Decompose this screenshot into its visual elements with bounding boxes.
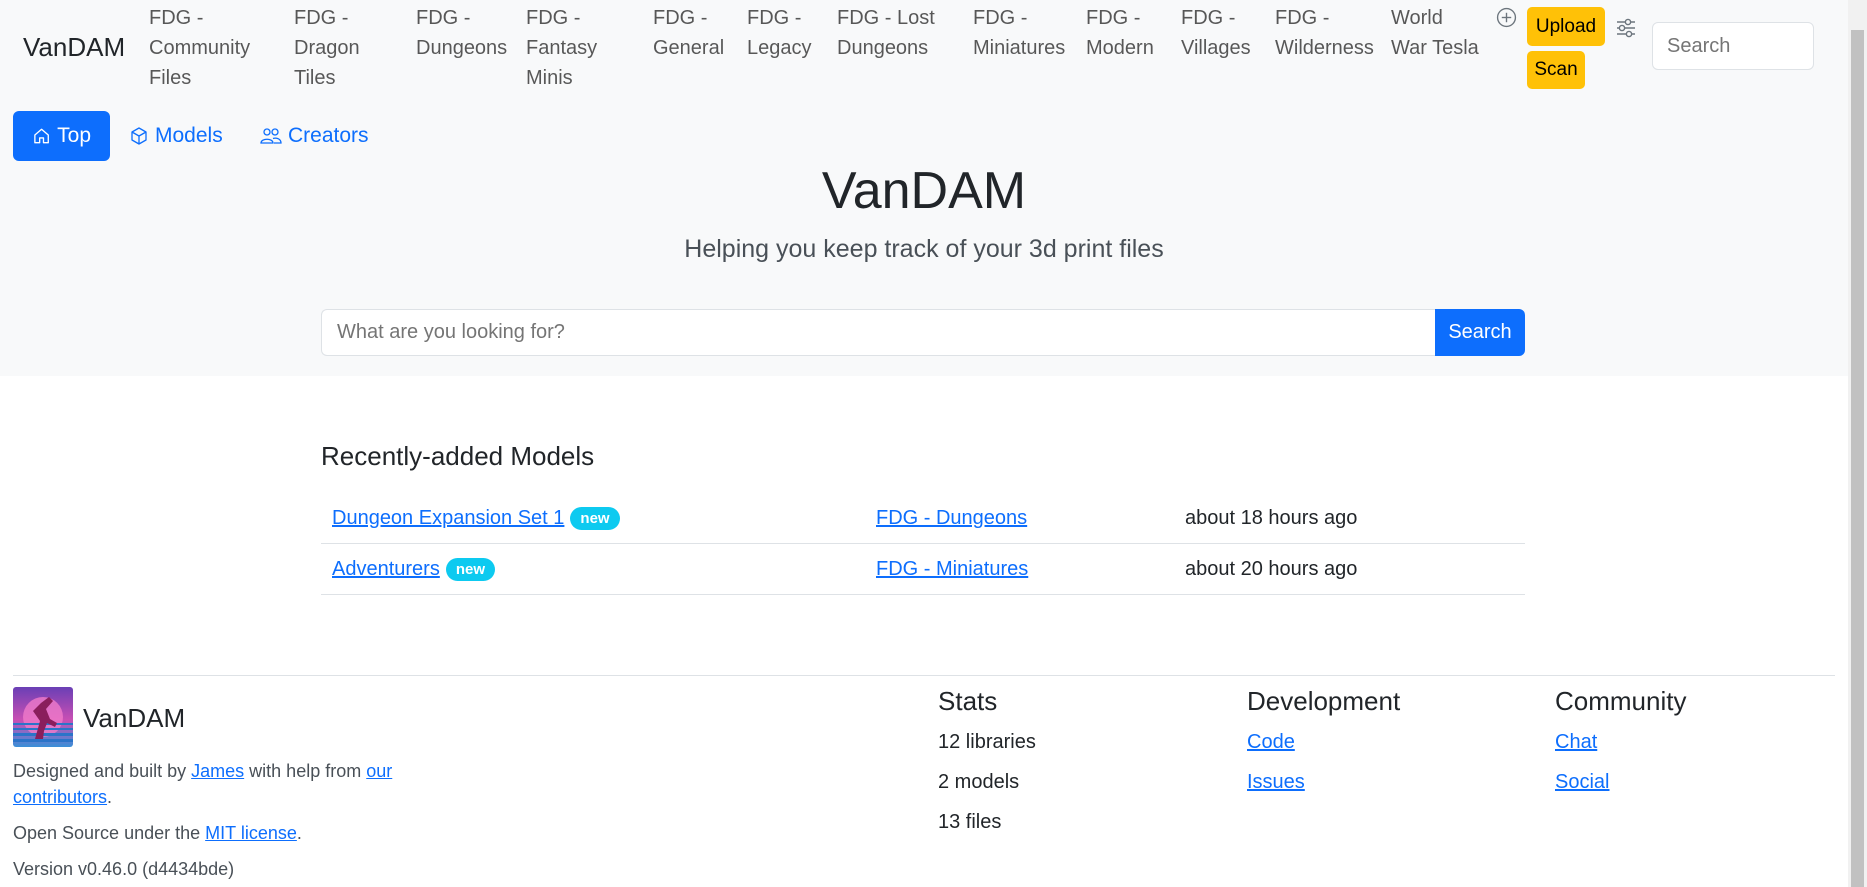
- issues-link[interactable]: Issues: [1247, 771, 1305, 794]
- social-link[interactable]: Social: [1555, 771, 1609, 794]
- tab-top[interactable]: Top: [13, 111, 110, 161]
- mit-license-link[interactable]: MIT license: [205, 823, 297, 843]
- plus-circle-icon[interactable]: [1496, 7, 1517, 28]
- upload-button[interactable]: Upload: [1527, 7, 1605, 46]
- hero-subtitle: Helping you keep track of your 3d print …: [684, 235, 1164, 263]
- nav-link-fantasy-minis[interactable]: FDG - Fantasy Minis: [526, 3, 597, 93]
- model-link[interactable]: Dungeon Expansion Set 1: [332, 507, 564, 530]
- house-icon: [34, 128, 49, 144]
- nav-link-world-war-tesla[interactable]: World War Tesla: [1391, 3, 1479, 63]
- stat-models: 2 models: [938, 771, 1020, 793]
- footer-brand: VanDAM: [83, 703, 186, 733]
- nav-link-dragon-tiles[interactable]: FDG - Dragon Tiles: [294, 3, 360, 93]
- table-row: Adventurers new FDG - Miniatures about 2…: [321, 544, 1525, 595]
- development-heading: Development: [1247, 686, 1401, 716]
- code-link[interactable]: Code: [1247, 731, 1295, 754]
- tab-creators[interactable]: Creators: [241, 111, 388, 161]
- hero-search-input[interactable]: [321, 309, 1435, 356]
- scrollbar-thumb[interactable]: [1851, 30, 1864, 887]
- version-text: Version v0.46.0 (d4434bde): [13, 859, 235, 879]
- box-icon: [131, 127, 147, 145]
- sliders-icon[interactable]: [1615, 17, 1637, 39]
- table-row: Dungeon Expansion Set 1 new FDG - Dungeo…: [321, 493, 1525, 544]
- navbar-brand[interactable]: VanDAM: [23, 32, 125, 63]
- nav-link-wilderness[interactable]: FDG - Wilderness: [1275, 3, 1374, 63]
- nav-link-modern[interactable]: FDG - Modern: [1086, 3, 1154, 63]
- tab-models[interactable]: Models: [110, 111, 242, 161]
- nav-link-community-files[interactable]: FDG - Community Files: [149, 3, 250, 93]
- people-icon: [260, 128, 282, 144]
- stat-libraries: 12 libraries: [938, 731, 1036, 753]
- navbar-search-input[interactable]: [1652, 22, 1814, 70]
- new-badge: new: [445, 557, 496, 581]
- library-link[interactable]: FDG - Dungeons: [876, 507, 1027, 530]
- nav-link-miniatures[interactable]: FDG - Miniatures: [973, 3, 1065, 63]
- scan-button[interactable]: Scan: [1527, 51, 1585, 89]
- nav-link-legacy[interactable]: FDG - Legacy: [747, 3, 812, 63]
- designed-by-text: Designed and built by James with help fr…: [13, 761, 393, 807]
- library-cell: FDG - Dungeons: [876, 493, 1027, 543]
- community-heading: Community: [1555, 686, 1687, 716]
- recent-models-title: Recently-added Models: [321, 441, 595, 471]
- hero-title: VanDAM: [821, 162, 1027, 220]
- nav-link-general[interactable]: FDG - General: [653, 3, 724, 63]
- footer-divider: [13, 675, 1835, 676]
- chat-link[interactable]: Chat: [1555, 731, 1597, 754]
- contributors-link-part2[interactable]: contributors: [13, 787, 107, 807]
- nav-link-villages[interactable]: FDG - Villages: [1181, 3, 1251, 63]
- author-link[interactable]: James: [191, 761, 244, 781]
- vandam-logo: [13, 687, 73, 747]
- model-link[interactable]: Adventurers: [332, 558, 440, 581]
- nav-link-lost-dungeons[interactable]: FDG - Lost Dungeons: [837, 3, 935, 63]
- nav-link-dungeons[interactable]: FDG - Dungeons: [416, 3, 507, 63]
- model-name-cell: Dungeon Expansion Set 1 new: [332, 493, 620, 543]
- new-badge: new: [570, 506, 620, 530]
- time-cell: about 18 hours ago: [1185, 506, 1358, 529]
- hero-search-button[interactable]: Search: [1435, 309, 1525, 356]
- license-text: Open Source under the MIT license.: [13, 823, 302, 843]
- contributors-link-part1[interactable]: our: [366, 761, 392, 781]
- stat-files: 13 files: [938, 811, 1002, 833]
- time-cell: about 20 hours ago: [1185, 557, 1358, 580]
- library-cell: FDG - Miniatures: [876, 544, 1028, 594]
- stats-heading: Stats: [938, 686, 998, 716]
- library-link[interactable]: FDG - Miniatures: [876, 558, 1028, 581]
- model-name-cell: Adventurers new: [332, 544, 496, 594]
